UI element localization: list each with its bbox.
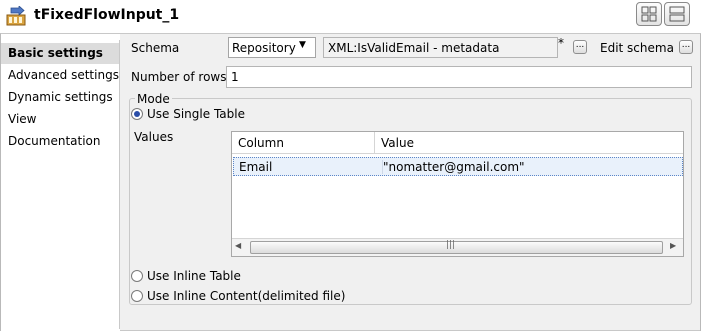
use-single-table-label: Use Single Table	[147, 107, 245, 121]
number-of-rows-input[interactable]: 1	[226, 66, 692, 88]
layout-grid-icon	[641, 6, 657, 22]
component-flow-icon	[6, 6, 26, 26]
values-label: Values	[134, 130, 174, 144]
schema-modified-marker: *	[558, 36, 564, 50]
layout-split-icon	[669, 6, 685, 22]
scroll-left-icon[interactable]: ◀	[235, 241, 241, 250]
row-column-cell[interactable]: Email	[239, 160, 272, 174]
schema-type-dropdown[interactable]: Repository ▼	[228, 37, 316, 58]
edit-schema-button[interactable]: ...	[679, 40, 693, 54]
use-inline-table-radio[interactable]	[131, 270, 143, 282]
number-of-rows-label: Number of rows	[131, 70, 227, 84]
settings-nav: Basic settings Advanced settings Dynamic…	[1, 40, 120, 329]
column-header[interactable]: Column	[232, 132, 375, 154]
use-inline-content-radio[interactable]	[131, 290, 143, 302]
repository-schema-field: XML:IsValidEmail - metadata	[323, 37, 558, 58]
scrollbar-thumb[interactable]: |||	[250, 240, 663, 254]
nav-advanced-settings[interactable]: Advanced settings	[1, 65, 119, 86]
table-row[interactable]: Email "nomatter@gmail.com"	[233, 157, 683, 176]
schema-label: Schema	[131, 41, 180, 55]
layout-grid-button[interactable]	[636, 2, 662, 26]
component-title-bar: tFixedFlowInput_1	[0, 0, 701, 33]
use-single-table-radio[interactable]	[131, 108, 143, 120]
use-inline-table-label: Use Inline Table	[147, 269, 241, 283]
nav-basic-settings[interactable]: Basic settings	[1, 43, 119, 64]
basic-settings-panel: Schema Repository ▼ XML:IsValidEmail - m…	[120, 34, 700, 331]
nav-view[interactable]: View	[1, 109, 119, 130]
component-title: tFixedFlowInput_1	[34, 7, 180, 23]
scroll-grip-icon: |||	[446, 240, 456, 250]
scroll-right-icon[interactable]: ▶	[670, 241, 676, 250]
layout-split-button[interactable]	[664, 2, 690, 26]
schema-browse-button[interactable]: ...	[573, 40, 587, 54]
nav-dynamic-settings[interactable]: Dynamic settings	[1, 87, 119, 108]
values-table[interactable]: Column Value Email "nomatter@gmail.com" …	[231, 131, 684, 257]
chevron-down-icon: ▼	[299, 40, 306, 50]
schema-type-value: Repository	[232, 41, 296, 55]
nav-documentation[interactable]: Documentation	[1, 131, 119, 152]
mode-legend: Mode	[135, 92, 172, 106]
row-value-cell[interactable]: "nomatter@gmail.com"	[382, 160, 525, 174]
edit-schema-label: Edit schema	[600, 41, 674, 55]
table-horizontal-scrollbar[interactable]: ◀ ||| ▶	[232, 238, 683, 256]
use-inline-content-label: Use Inline Content(delimited file)	[147, 289, 346, 303]
value-header[interactable]: Value	[375, 132, 683, 154]
